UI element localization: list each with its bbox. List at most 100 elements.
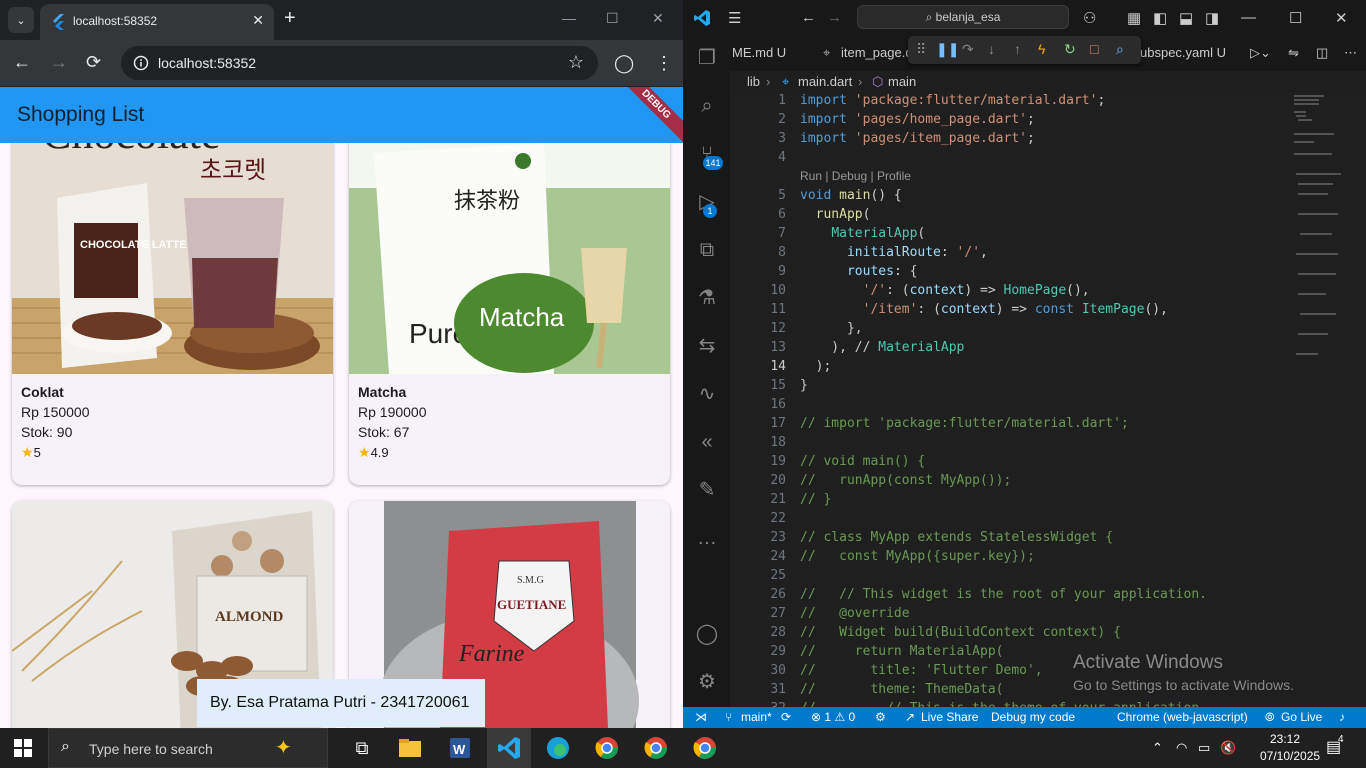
nav-forward-icon[interactable]: →: [827, 9, 842, 26]
volume-icon[interactable]: 🔇: [1220, 740, 1236, 756]
extensions-icon[interactable]: ⧉: [695, 238, 719, 262]
wifi-icon[interactable]: ◠: [1176, 740, 1187, 756]
diff-icon[interactable]: ⇋: [1288, 45, 1299, 61]
site-info-icon[interactable]: [133, 55, 149, 71]
code-line[interactable]: // // This widget is the root of your ap…: [800, 587, 1207, 602]
settings-gear-icon[interactable]: ⚙: [695, 670, 719, 694]
url-text[interactable]: localhost:58352: [158, 55, 256, 71]
code-line[interactable]: }: [800, 378, 808, 393]
system-clock[interactable]: 23:12 07/10/2025: [1260, 731, 1320, 765]
close-tab-icon[interactable]: ✕: [252, 12, 264, 29]
flutter-icon[interactable]: «: [695, 430, 719, 454]
code-line[interactable]: // theme: ThemeData(: [800, 682, 1004, 697]
remote-icon[interactable]: ⋊: [695, 710, 707, 724]
code-line[interactable]: '/': (context) => HomePage(),: [800, 283, 1090, 298]
profile-icon[interactable]: ◯: [614, 53, 634, 74]
live-share-icon[interactable]: ↗: [905, 710, 915, 724]
product-card-matcha[interactable]: 抹茶粉 Pure Matcha Matcha Rp 190000 Stok: 6…: [349, 128, 670, 485]
file-explorer-icon[interactable]: [396, 734, 424, 762]
chrome-profile-icon[interactable]: [593, 734, 621, 762]
maximize-button[interactable]: ☐: [606, 10, 619, 27]
branch-name[interactable]: main*: [741, 710, 772, 724]
tab-search-button[interactable]: ⌄: [8, 7, 34, 33]
problems-indicator[interactable]: ⊗ 1 ⚠ 0: [811, 710, 855, 724]
toggle-secondary-sidebar-icon[interactable]: ◨: [1205, 9, 1219, 27]
code-line[interactable]: // return MaterialApp(: [800, 644, 1004, 659]
close-window-button[interactable]: ✕: [1335, 9, 1348, 27]
pen-icon[interactable]: ✎: [695, 478, 719, 502]
run-icon[interactable]: ▷⌄: [1250, 45, 1271, 61]
copilot-icon[interactable]: ⚇: [1083, 9, 1096, 27]
menu-icon[interactable]: ☰: [728, 9, 741, 27]
live-share[interactable]: Live Share: [921, 710, 978, 724]
codelens[interactable]: Run | Debug | Profile: [800, 169, 911, 183]
code-line[interactable]: '/item': (context) => const ItemPage(),: [800, 302, 1168, 317]
code-line[interactable]: routes: {: [800, 264, 917, 279]
nav-back-icon[interactable]: ←: [801, 9, 816, 26]
step-into-icon[interactable]: ↓: [988, 41, 995, 57]
battery-icon[interactable]: ▭: [1198, 740, 1210, 756]
task-view-icon[interactable]: ⧉: [348, 734, 376, 762]
taskbar-search-box[interactable]: ⌕ Type here to search ✦: [48, 728, 328, 768]
back-button[interactable]: ←: [13, 52, 31, 72]
explorer-icon[interactable]: ❐: [695, 46, 719, 70]
tab-readme[interactable]: ME.md U: [732, 45, 786, 60]
vscode-icon[interactable]: [495, 734, 523, 762]
stop-icon[interactable]: □: [1090, 41, 1098, 57]
code-line[interactable]: // import 'package:flutter/material.dart…: [800, 416, 1129, 431]
code-line[interactable]: // void main() {: [800, 454, 925, 469]
code-line[interactable]: void main() {: [800, 188, 902, 203]
code-line[interactable]: // Widget build(BuildContext context) {: [800, 625, 1121, 640]
code-line[interactable]: initialRoute: '/',: [800, 245, 988, 260]
show-hidden-icons[interactable]: ⌃: [1152, 740, 1163, 756]
command-center-search[interactable]: ⌕ belanja_esa: [857, 5, 1069, 29]
edge-icon[interactable]: [544, 734, 572, 762]
forward-button[interactable]: →: [50, 52, 68, 72]
testing-icon[interactable]: ⚗: [695, 286, 719, 310]
step-out-icon[interactable]: ↑: [1014, 41, 1021, 57]
code-line[interactable]: import 'pages/item_page.dart';: [800, 131, 1035, 146]
toggle-sidebar-icon[interactable]: ◧: [1153, 9, 1167, 27]
code-line[interactable]: // @override: [800, 606, 910, 621]
python-icon[interactable]: ∿: [695, 382, 719, 406]
code-line[interactable]: // runApp(const MyApp());: [800, 473, 1011, 488]
minimize-button[interactable]: —: [1241, 9, 1256, 26]
toggle-panel-icon[interactable]: ⬓: [1179, 9, 1193, 27]
maximize-button[interactable]: ☐: [1289, 9, 1302, 27]
code-line[interactable]: );: [800, 359, 832, 374]
go-live[interactable]: Go Live: [1281, 710, 1322, 724]
split-editor-icon[interactable]: ◫: [1316, 45, 1328, 61]
search-icon[interactable]: ⌕: [695, 94, 719, 118]
code-line[interactable]: // class MyApp extends StatelessWidget {: [800, 530, 1113, 545]
notifications-bell-icon[interactable]: ♪: [1339, 710, 1345, 724]
word-icon[interactable]: W: [445, 734, 473, 762]
code-line[interactable]: },: [800, 321, 863, 336]
code-editor[interactable]: 1 import 'package:flutter/material.dart';…: [730, 93, 1366, 716]
chrome-icon[interactable]: [642, 734, 670, 762]
windows-start-icon[interactable]: [14, 739, 32, 757]
code-line[interactable]: // title: 'Flutter Demo',: [800, 663, 1043, 678]
minimize-button[interactable]: —: [562, 10, 576, 26]
new-tab-button[interactable]: +: [284, 8, 296, 28]
code-line[interactable]: ), // MaterialApp: [800, 340, 964, 355]
code-line[interactable]: // const MyApp({super.key});: [800, 549, 1035, 564]
chrome-icon[interactable]: [691, 734, 719, 762]
reload-button[interactable]: ⟳: [86, 52, 101, 72]
tab-pubspec[interactable]: ubspec.yaml U: [1140, 45, 1226, 60]
more-actions-icon[interactable]: ⋯: [1344, 45, 1357, 61]
bookmark-star-icon[interactable]: ☆: [568, 52, 584, 73]
breadcrumb-symbol[interactable]: main: [888, 74, 916, 89]
debug-icon[interactable]: ⚙: [875, 710, 886, 724]
address-bar[interactable]: localhost:58352 ☆: [121, 46, 598, 80]
branch-icon[interactable]: ⑂: [725, 710, 732, 724]
code-line[interactable]: // }: [800, 492, 831, 507]
more-icon[interactable]: …: [695, 526, 719, 550]
minimap[interactable]: [1292, 93, 1352, 393]
devtools-icon[interactable]: ⌕: [1116, 41, 1124, 58]
product-card-coklat[interactable]: Chocolate 초코렛 CHOCOLATE LATTE Coklat Rp …: [12, 128, 333, 485]
remote-explorer-icon[interactable]: ⇆: [695, 334, 719, 358]
device-selector[interactable]: Chrome (web-javascript): [1117, 710, 1248, 724]
step-over-icon[interactable]: ↷: [962, 41, 974, 58]
code-line[interactable]: runApp(: [800, 207, 871, 222]
drag-handle-icon[interactable]: ⠿: [916, 41, 926, 58]
